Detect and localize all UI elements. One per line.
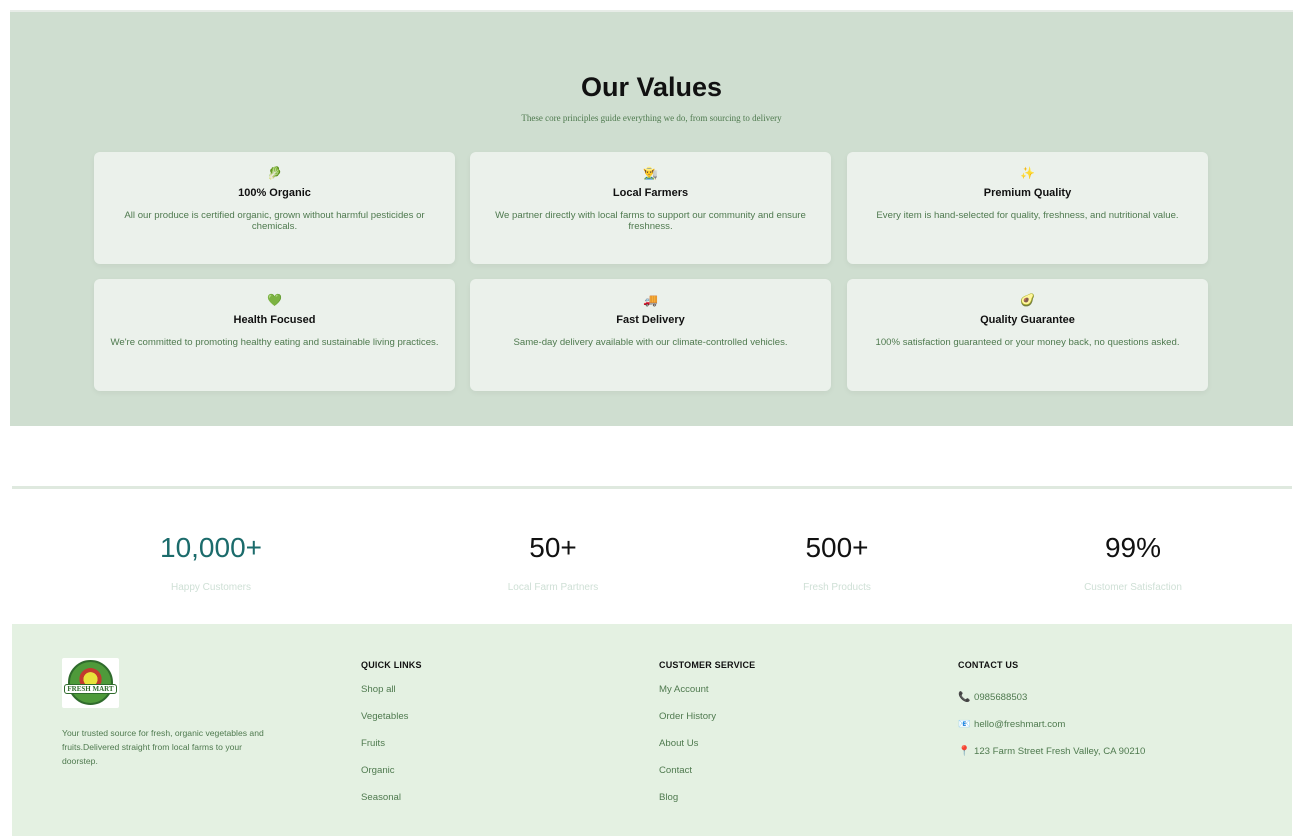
logo-emblem-icon [68, 660, 113, 705]
value-card-organic: 🥬 100% Organic All our produce is certif… [94, 152, 455, 264]
value-card-desc: All our produce is certified organic, gr… [124, 210, 425, 232]
contact-phone-text: 0985688503 [974, 691, 1028, 703]
map-pin-icon: 📍 [958, 745, 971, 757]
footer-link-about-us[interactable]: About Us [659, 738, 755, 765]
value-card-desc: We partner directly with local farms to … [495, 210, 806, 232]
email-icon: 📧 [958, 718, 971, 730]
contact-email-text: hello@freshmart.com [974, 718, 1066, 730]
stat-label: Happy Customers [170, 582, 252, 593]
value-card-fast-delivery: 🚚 Fast Delivery Same-day delivery availa… [470, 279, 831, 391]
stat-label: Fresh Products [803, 582, 871, 593]
footer-link-seasonal[interactable]: Seasonal [361, 792, 422, 819]
contact-phone[interactable]: 📞 0985688503 [958, 684, 1145, 711]
stat-fresh-products: 500+ Fresh Products [712, 532, 962, 593]
value-card-desc: Same-day delivery available with our cli… [513, 337, 788, 348]
stats-divider [12, 486, 1292, 489]
logo-text: FRESH MART [64, 684, 117, 694]
value-card-title: Quality Guarantee [980, 314, 1075, 326]
stat-label: Customer Satisfaction [1084, 582, 1182, 593]
value-card-title: Premium Quality [983, 187, 1072, 199]
stat-value: 500+ [805, 532, 869, 563]
stat-label: Local Farm Partners [507, 582, 599, 593]
fresh-mart-logo[interactable]: FRESH MART [62, 658, 119, 708]
stat-value: 99% [1104, 532, 1162, 563]
customer-service-column: CUSTOMER SERVICE My Account Order Histor… [659, 660, 755, 819]
quick-links-title: QUICK LINKS [361, 660, 422, 670]
stat-value: 50+ [529, 532, 577, 563]
value-card-desc: 100% satisfaction guaranteed or your mon… [875, 337, 1180, 348]
value-card-quality-guarantee: 🥑 Quality Guarantee 100% satisfaction gu… [847, 279, 1208, 391]
site-footer: FRESH MART Your trusted source for fresh… [12, 624, 1292, 836]
footer-link-my-account[interactable]: My Account [659, 684, 755, 711]
value-card-health-focused: 💚 Health Focused We're committed to prom… [94, 279, 455, 391]
value-card-title: Health Focused [233, 314, 316, 326]
footer-link-fruits[interactable]: Fruits [361, 738, 422, 765]
leaf-icon: 🥬 [267, 166, 282, 180]
farmer-icon: 👨‍🌾 [643, 166, 658, 180]
contact-title: CONTACT US [958, 660, 1019, 670]
footer-link-order-history[interactable]: Order History [659, 711, 755, 738]
contact-address: 📍 123 Farm Street Fresh Valley, CA 90210 [958, 738, 1145, 765]
phone-icon: 📞 [958, 691, 971, 703]
avocado-icon: 🥑 [1020, 293, 1035, 307]
heart-icon: 💚 [267, 293, 282, 307]
stat-farm-partners: 50+ Local Farm Partners [428, 532, 678, 593]
footer-link-shop-all[interactable]: Shop all [361, 684, 422, 711]
stat-happy-customers: 10,000+ Happy Customers [86, 532, 336, 593]
customer-service-title: CUSTOMER SERVICE [659, 660, 756, 670]
value-card-title: 100% Organic [238, 187, 311, 199]
values-subtitle: These core principles guide everything w… [521, 113, 782, 123]
footer-tagline: Your trusted source for fresh, organic v… [62, 728, 264, 766]
value-card-desc: Every item is hand-selected for quality,… [876, 210, 1179, 221]
stat-customer-satisfaction: 99% Customer Satisfaction [1008, 532, 1258, 593]
value-card-desc: We're committed to promoting healthy eat… [110, 337, 439, 348]
stat-value: 10,000+ [160, 532, 262, 563]
values-section: Our Values These core principles guide e… [10, 12, 1293, 426]
footer-link-blog[interactable]: Blog [659, 792, 755, 819]
values-title: Our Values [580, 72, 723, 102]
footer-link-vegetables[interactable]: Vegetables [361, 711, 422, 738]
truck-icon: 🚚 [643, 293, 658, 307]
contact-email[interactable]: 📧 hello@freshmart.com [958, 711, 1145, 738]
value-card-premium-quality: ✨ Premium Quality Every item is hand-sel… [847, 152, 1208, 264]
quick-links-column: QUICK LINKS Shop all Vegetables Fruits O… [361, 660, 422, 819]
value-card-title: Local Farmers [612, 187, 689, 199]
value-card-local-farmers: 👨‍🌾 Local Farmers We partner directly wi… [470, 152, 831, 264]
contact-address-text: 123 Farm Street Fresh Valley, CA 90210 [974, 745, 1146, 757]
contact-column: CONTACT US 📞 0985688503 📧 hello@freshmar… [958, 660, 1145, 765]
footer-link-organic[interactable]: Organic [361, 765, 422, 792]
value-card-title: Fast Delivery [616, 314, 685, 326]
footer-link-contact[interactable]: Contact [659, 765, 755, 792]
sparkle-icon: ✨ [1020, 166, 1035, 180]
